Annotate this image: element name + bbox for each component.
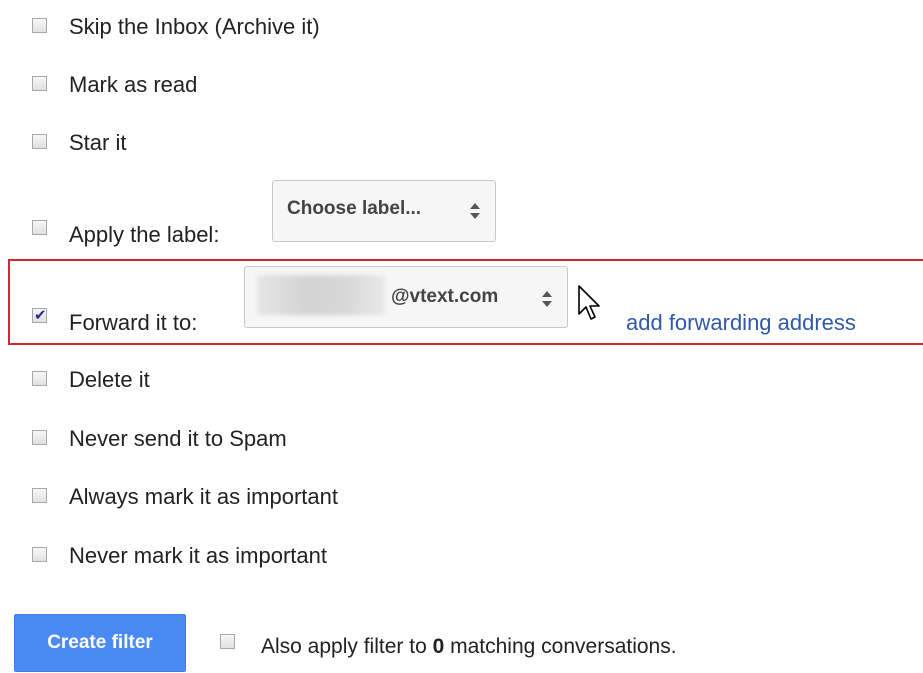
mouse-pointer-icon <box>578 285 600 320</box>
checkmark-icon: ✔ <box>34 306 47 324</box>
up-down-arrows-icon <box>542 291 552 307</box>
add-forwarding-address-link[interactable]: add forwarding address <box>626 310 856 336</box>
also-apply-prefix: Also apply filter to <box>261 635 433 658</box>
forward-checkbox[interactable]: ✔ <box>32 306 47 324</box>
apply-label-label: Apply the label: <box>69 222 220 247</box>
delete-it-label: Delete it <box>69 367 150 392</box>
forward-address-select[interactable]: @vtext.com <box>244 266 568 328</box>
label-select[interactable]: Choose label... <box>272 180 496 242</box>
matching-count: 0 <box>432 635 445 658</box>
never-spam-label: Never send it to Spam <box>69 426 287 451</box>
label-select-value: Choose label... <box>287 198 422 219</box>
never-spam-checkbox[interactable] <box>32 430 47 445</box>
also-apply-checkbox[interactable] <box>220 634 235 649</box>
mark-read-checkbox[interactable] <box>32 76 47 91</box>
never-important-checkbox[interactable] <box>32 547 47 562</box>
star-it-label: Star it <box>69 130 127 155</box>
mark-read-label: Mark as read <box>69 72 198 97</box>
apply-label-checkbox[interactable] <box>32 220 47 235</box>
star-it-checkbox[interactable] <box>32 134 47 149</box>
skip-inbox-label: Skip the Inbox (Archive it) <box>69 14 320 39</box>
redacted-address <box>257 275 385 315</box>
skip-inbox-checkbox[interactable] <box>32 18 47 33</box>
delete-it-checkbox[interactable] <box>32 371 47 386</box>
always-important-label: Always mark it as important <box>69 484 338 509</box>
forward-address-value: @vtext.com <box>391 286 499 307</box>
also-apply-label: Also apply filter to 0 matching conversa… <box>261 634 677 660</box>
also-apply-suffix: matching conversations. <box>444 635 677 658</box>
forward-label: Forward it to: <box>69 310 198 335</box>
create-filter-button[interactable]: Create filter <box>14 614 186 672</box>
always-important-checkbox[interactable] <box>32 488 47 503</box>
up-down-arrows-icon <box>470 203 480 219</box>
never-important-label: Never mark it as important <box>69 543 327 568</box>
